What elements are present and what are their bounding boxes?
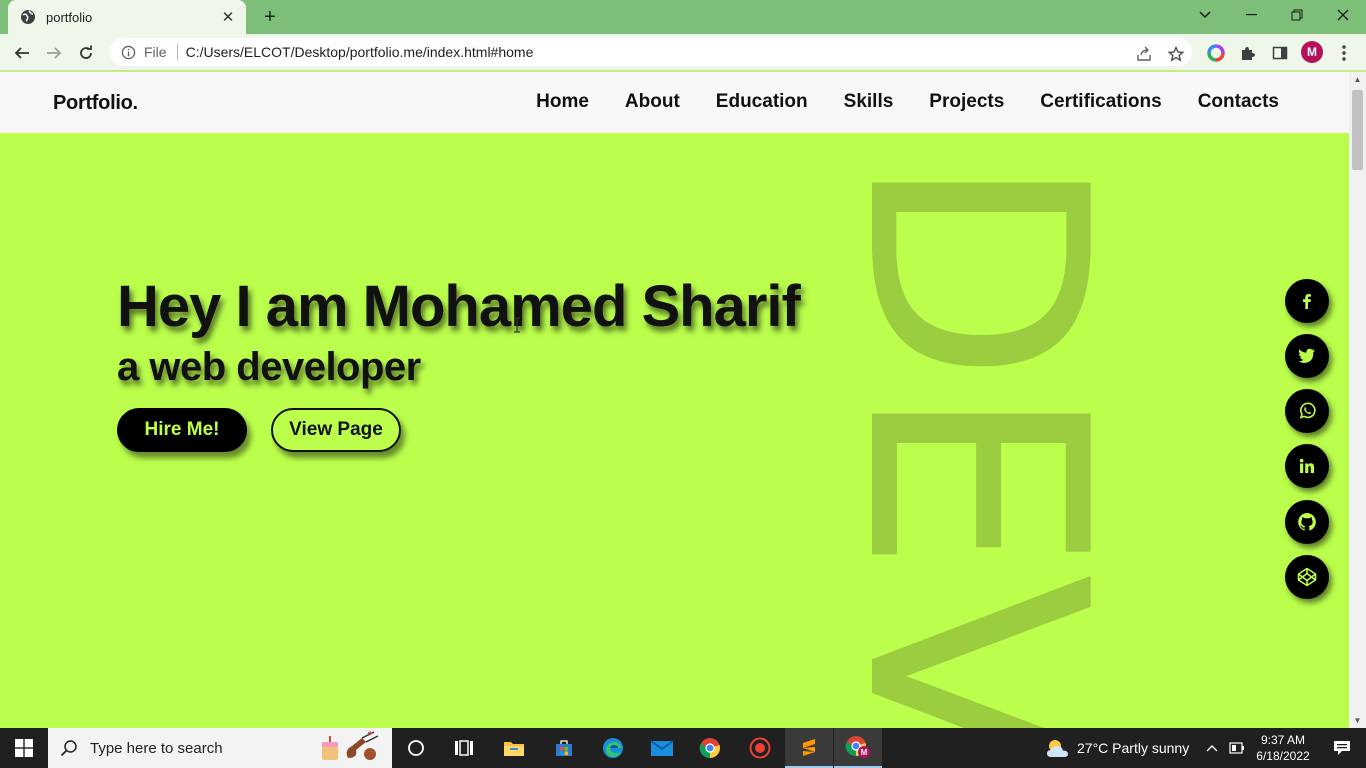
twitter-icon bbox=[1298, 348, 1315, 363]
partly-sunny-icon bbox=[1047, 740, 1068, 757]
sublime-text-button[interactable] bbox=[785, 728, 833, 768]
chrome-profile-button[interactable]: M bbox=[834, 728, 882, 768]
close-tab-icon[interactable]: ✕ bbox=[220, 9, 236, 26]
twitter-button[interactable] bbox=[1285, 334, 1329, 378]
search-highlight-illustration-icon bbox=[322, 730, 379, 760]
clock-date: 6/18/2022 bbox=[1256, 749, 1310, 763]
nav-contacts[interactable]: Contacts bbox=[1198, 91, 1279, 113]
facebook-button[interactable] bbox=[1285, 279, 1329, 323]
bookmark-star-icon[interactable] bbox=[1166, 44, 1186, 64]
taskbar-search-box[interactable]: Type here to search bbox=[48, 728, 392, 768]
search-icon bbox=[60, 740, 77, 757]
main-nav: Home About Education Skills Projects Cer… bbox=[536, 91, 1279, 113]
side-panel-icon[interactable] bbox=[1270, 43, 1290, 63]
github-icon bbox=[1298, 513, 1316, 531]
tray-overflow-chevron-icon[interactable] bbox=[1200, 728, 1224, 768]
browser-toolbar: File C:/Users/ELCOT/Desktop/portfolio.me… bbox=[0, 34, 1366, 71]
edge-icon bbox=[603, 738, 623, 758]
text-cursor-icon bbox=[513, 317, 521, 333]
restore-button[interactable] bbox=[1274, 0, 1320, 30]
mail-button[interactable] bbox=[638, 728, 686, 768]
tab-title: portfolio bbox=[46, 9, 93, 25]
linkedin-icon bbox=[1299, 458, 1314, 473]
svg-text:M: M bbox=[861, 748, 868, 757]
nav-projects[interactable]: Projects bbox=[929, 91, 1004, 113]
whatsapp-button[interactable] bbox=[1285, 389, 1329, 433]
profile-avatar[interactable]: M bbox=[1301, 41, 1323, 63]
folder-icon bbox=[504, 742, 524, 756]
weather-text[interactable]: 27°C Partly sunny bbox=[1077, 740, 1189, 756]
store-bag-icon bbox=[556, 740, 572, 756]
scroll-down-arrow-icon[interactable]: ▼ bbox=[1353, 716, 1362, 725]
edge-browser-button[interactable] bbox=[589, 728, 637, 768]
browser-tab[interactable]: portfolio ✕ bbox=[8, 0, 246, 34]
view-page-button[interactable]: View Page bbox=[271, 408, 401, 452]
clock-time: 9:37 AM bbox=[1260, 733, 1306, 747]
forward-button[interactable] bbox=[41, 40, 67, 66]
chrome-icon bbox=[699, 738, 720, 759]
windows-logo-icon bbox=[15, 739, 33, 757]
background-dev-text: DEV bbox=[862, 153, 1092, 728]
color-extension-icon[interactable] bbox=[1206, 43, 1226, 63]
back-button[interactable] bbox=[9, 40, 35, 66]
task-view-icon bbox=[455, 740, 473, 756]
search-placeholder: Type here to search bbox=[90, 739, 223, 757]
share-icon[interactable] bbox=[1134, 44, 1154, 64]
new-tab-button[interactable]: + bbox=[258, 5, 282, 29]
scrollbar-thumb[interactable] bbox=[1352, 90, 1363, 170]
background-dev-glyphs: DEV bbox=[862, 153, 1092, 728]
chrome-profile-icon: M bbox=[845, 736, 870, 758]
windows-taskbar: Type here to search M 27°C Partly sunny bbox=[0, 728, 1366, 768]
notifications-button[interactable] bbox=[1318, 728, 1366, 768]
nav-certifications[interactable]: Certifications bbox=[1040, 91, 1161, 113]
hero-title: Hey I am Mohamed Sharif bbox=[117, 274, 801, 339]
address-bar[interactable]: File C:/Users/ELCOT/Desktop/portfolio.me… bbox=[110, 38, 1192, 66]
browser-tab-strip: portfolio ✕ + bbox=[0, 0, 1366, 34]
codepen-button[interactable] bbox=[1285, 555, 1329, 599]
minimize-button[interactable] bbox=[1228, 0, 1274, 30]
weather-button[interactable] bbox=[1034, 728, 1082, 768]
cortana-circle-icon bbox=[408, 740, 424, 756]
codepen-icon bbox=[1297, 567, 1317, 587]
nav-skills[interactable]: Skills bbox=[844, 91, 894, 113]
info-icon[interactable] bbox=[120, 44, 136, 60]
nav-home[interactable]: Home bbox=[536, 91, 589, 113]
file-explorer-button[interactable] bbox=[490, 728, 538, 768]
url-text[interactable]: C:/Users/ELCOT/Desktop/portfolio.me/inde… bbox=[186, 44, 534, 60]
chrome-button[interactable] bbox=[686, 728, 734, 768]
url-scheme: File bbox=[144, 44, 167, 60]
nav-education[interactable]: Education bbox=[716, 91, 808, 113]
task-view-button[interactable] bbox=[440, 728, 488, 768]
hire-me-button[interactable]: Hire Me! bbox=[117, 408, 247, 452]
facebook-icon bbox=[1303, 294, 1311, 309]
kebab-menu-icon[interactable] bbox=[1334, 43, 1354, 63]
screen-recorder-button[interactable] bbox=[736, 728, 784, 768]
whatsapp-icon bbox=[1299, 402, 1316, 419]
microsoft-store-button[interactable] bbox=[540, 728, 588, 768]
url-separator bbox=[176, 44, 178, 60]
start-button[interactable] bbox=[0, 728, 48, 768]
tab-search-chevron-icon[interactable] bbox=[1182, 0, 1228, 30]
hero-section: DEV Hey I am Mohamed Sharif a web develo… bbox=[0, 133, 1349, 728]
mail-envelope-icon bbox=[650, 740, 674, 756]
globe-icon bbox=[20, 9, 36, 25]
nav-about[interactable]: About bbox=[625, 91, 680, 113]
sublime-text-icon bbox=[799, 737, 819, 757]
reload-button[interactable] bbox=[73, 40, 99, 66]
linkedin-button[interactable] bbox=[1285, 444, 1329, 488]
cortana-button[interactable] bbox=[392, 728, 440, 768]
hero-subtitle: a web developer bbox=[117, 345, 421, 389]
network-battery-icon[interactable] bbox=[1224, 728, 1250, 768]
record-icon bbox=[749, 737, 771, 759]
extensions-puzzle-icon[interactable] bbox=[1238, 43, 1258, 63]
site-header: Portfolio. Home About Education Skills P… bbox=[0, 72, 1349, 133]
close-window-button[interactable] bbox=[1320, 0, 1366, 30]
action-center-icon bbox=[1334, 741, 1350, 755]
page-scrollbar[interactable]: ▲ ▼ bbox=[1349, 72, 1366, 728]
site-logo[interactable]: Portfolio. bbox=[53, 92, 138, 115]
scroll-up-arrow-icon[interactable]: ▲ bbox=[1353, 75, 1362, 84]
taskbar-clock[interactable]: 9:37 AM 6/18/2022 bbox=[1250, 732, 1316, 764]
github-button[interactable] bbox=[1285, 500, 1329, 544]
